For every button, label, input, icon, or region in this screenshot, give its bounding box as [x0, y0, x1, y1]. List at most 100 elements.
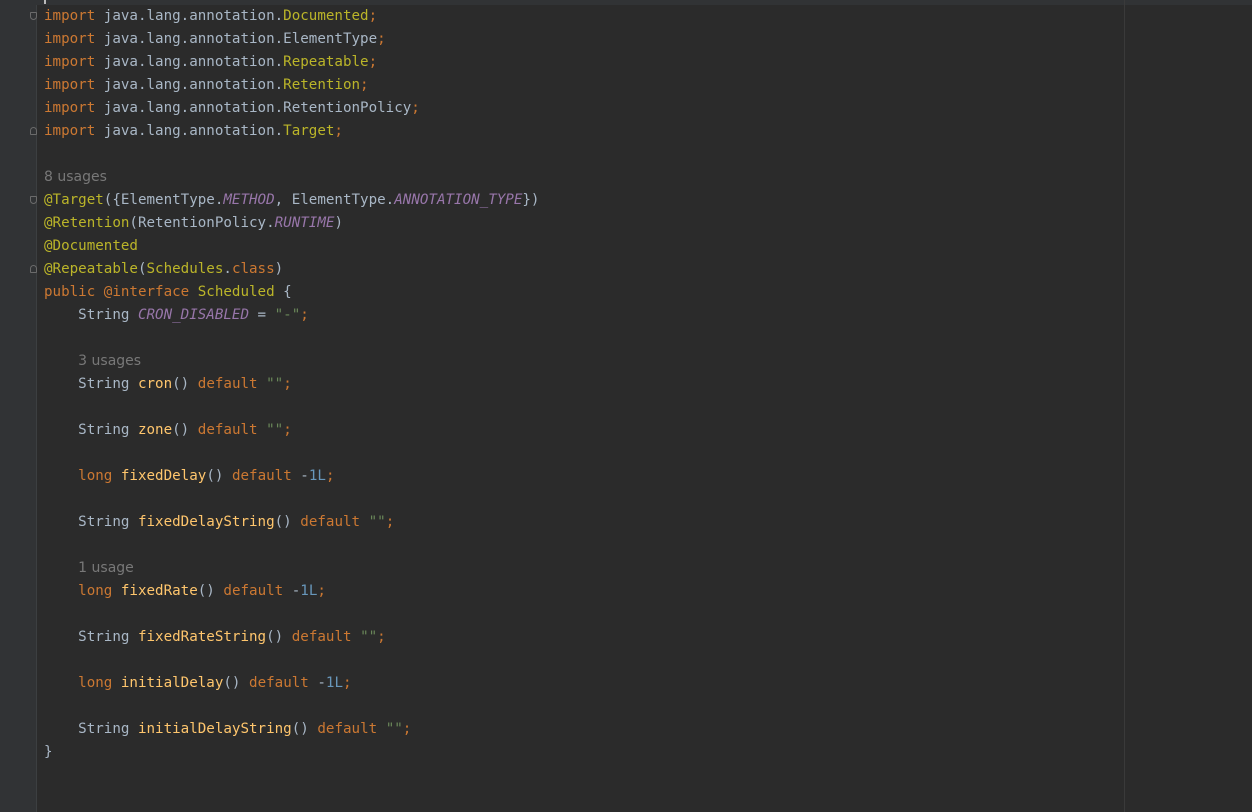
method-name: initialDelay: [120, 675, 224, 691]
default-keyword: default: [231, 468, 292, 484]
code-line-import[interactable]: import java.lang.annotation.Repeatable;: [44, 51, 1124, 74]
right-margin-guide: [1124, 0, 1125, 812]
code-text: ({ElementType.: [103, 192, 224, 208]
number-literal: 1L: [308, 468, 326, 484]
blank-line[interactable]: [44, 603, 1124, 626]
string-literal: "": [266, 376, 284, 392]
string-literal: "": [360, 629, 378, 645]
blank-line[interactable]: [44, 442, 1124, 465]
method-name: fixedDelayString: [137, 514, 275, 530]
code-line-import[interactable]: import java.lang.annotation.Target;: [30, 120, 1124, 143]
code-line-documented[interactable]: @Documented: [44, 235, 1124, 258]
usages-hint-line[interactable]: 8 usages: [44, 166, 1124, 189]
blank-line[interactable]: [44, 488, 1124, 511]
code-line-member-initial-delay[interactable]: long initialDelay() default -1L;: [44, 672, 1124, 695]
code-text: =: [249, 307, 275, 323]
code-line-target[interactable]: @Target({ElementType.METHOD, ElementType…: [30, 189, 1124, 212]
code-text: -: [308, 675, 326, 691]
usages-hint[interactable]: 8 usages: [44, 169, 107, 185]
code-text: (: [137, 261, 147, 277]
type-keyword: long: [78, 675, 113, 691]
usages-hint[interactable]: 1 usage: [78, 560, 134, 576]
line-gutter[interactable]: [0, 5, 37, 812]
code-line-import[interactable]: import java.lang.annotation.Documented;: [30, 5, 1124, 28]
semicolon: ;: [283, 376, 292, 392]
fold-start-icon[interactable]: [30, 196, 37, 204]
code-text: }): [522, 192, 540, 208]
code-line-import[interactable]: import java.lang.annotation.ElementType;: [44, 28, 1124, 51]
fold-start-icon[interactable]: [30, 12, 37, 20]
usages-hint-line[interactable]: 3 usages: [44, 350, 1124, 373]
default-keyword: default: [223, 583, 284, 599]
code-text: (): [206, 468, 224, 484]
class-reference: Schedules: [146, 261, 224, 277]
type-name: String: [78, 376, 138, 392]
blank-line[interactable]: [44, 396, 1124, 419]
import-class: Repeatable: [283, 54, 369, 70]
semicolon: ;: [283, 422, 292, 438]
import-class: Target: [283, 123, 335, 139]
code-line-member-initial-delay-string[interactable]: String initialDelayString() default "";: [44, 718, 1124, 741]
annotation-name: @Target: [44, 192, 104, 208]
code-text: (RetentionPolicy.: [129, 215, 275, 231]
blank-line[interactable]: [44, 695, 1124, 718]
code-text: (): [266, 629, 284, 645]
import-package: java.lang.annotation.: [103, 31, 284, 47]
code-text: (): [291, 721, 309, 737]
code-text: {: [274, 284, 292, 300]
code-line-import[interactable]: import java.lang.annotation.RetentionPol…: [44, 97, 1124, 120]
enum-constant: METHOD: [223, 192, 275, 208]
import-keyword: import: [44, 31, 96, 47]
code-line-retention[interactable]: @Retention(RetentionPolicy.RUNTIME): [44, 212, 1124, 235]
type-name: String: [78, 629, 138, 645]
code-line-member-cron[interactable]: String cron() default "";: [44, 373, 1124, 396]
code-text: -: [291, 468, 309, 484]
semicolon: ;: [368, 8, 378, 24]
annotation-name: @Retention: [44, 215, 130, 231]
code-line-member-fixed-delay-string[interactable]: String fixedDelayString() default "";: [44, 511, 1124, 534]
code-line-declaration[interactable]: public @interface Scheduled {: [44, 281, 1124, 304]
code-line-member-fixed-rate[interactable]: long fixedRate() default -1L;: [44, 580, 1124, 603]
import-class: Retention: [283, 77, 361, 93]
blank-line[interactable]: [44, 534, 1124, 557]
semicolon: ;: [300, 307, 309, 323]
type-name: String: [78, 307, 138, 323]
code-text: (): [223, 675, 241, 691]
import-package: java.lang.annotation.: [103, 8, 284, 24]
usages-hint-line[interactable]: 1 usage: [44, 557, 1124, 580]
semicolon: ;: [343, 675, 352, 691]
interface-keyword: @interface: [103, 284, 190, 300]
code-text: (): [172, 376, 190, 392]
blank-line[interactable]: [44, 649, 1124, 672]
code-line-repeatable[interactable]: @Repeatable(Schedules.class): [30, 258, 1124, 281]
fold-end-icon[interactable]: [30, 265, 37, 273]
fold-end-icon[interactable]: [30, 127, 37, 135]
type-name: String: [78, 721, 138, 737]
blank-line[interactable]: [44, 327, 1124, 350]
semicolon: ;: [360, 77, 369, 93]
import-keyword: import: [44, 54, 96, 70]
code-line-member-zone[interactable]: String zone() default "";: [44, 419, 1124, 442]
semicolon: ;: [368, 54, 378, 70]
import-keyword: import: [44, 8, 96, 24]
number-literal: 1L: [300, 583, 318, 599]
code-line-member-fixed-delay[interactable]: long fixedDelay() default -1L;: [44, 465, 1124, 488]
code-line-member-fixed-rate-string[interactable]: String fixedRateString() default "";: [44, 626, 1124, 649]
type-name: String: [78, 514, 138, 530]
blank-line[interactable]: [44, 143, 1124, 166]
string-literal: "": [368, 514, 386, 530]
code-line-import[interactable]: import java.lang.annotation.Retention;: [44, 74, 1124, 97]
code-editor[interactable]: import java.lang.annotation.Documented; …: [30, 5, 1124, 764]
import-package: java.lang.annotation.: [103, 123, 284, 139]
code-line-constant[interactable]: String CRON_DISABLED = "-";: [44, 304, 1124, 327]
string-literal: "": [266, 422, 284, 438]
code-text: (): [172, 422, 190, 438]
type-name: String: [78, 422, 138, 438]
type-keyword: long: [78, 468, 113, 484]
usages-hint[interactable]: 3 usages: [78, 353, 141, 369]
semicolon: ;: [377, 31, 386, 47]
default-keyword: default: [197, 376, 258, 392]
code-line-closing-brace[interactable]: }: [44, 741, 1124, 764]
import-package: java.lang.annotation.: [103, 100, 284, 116]
